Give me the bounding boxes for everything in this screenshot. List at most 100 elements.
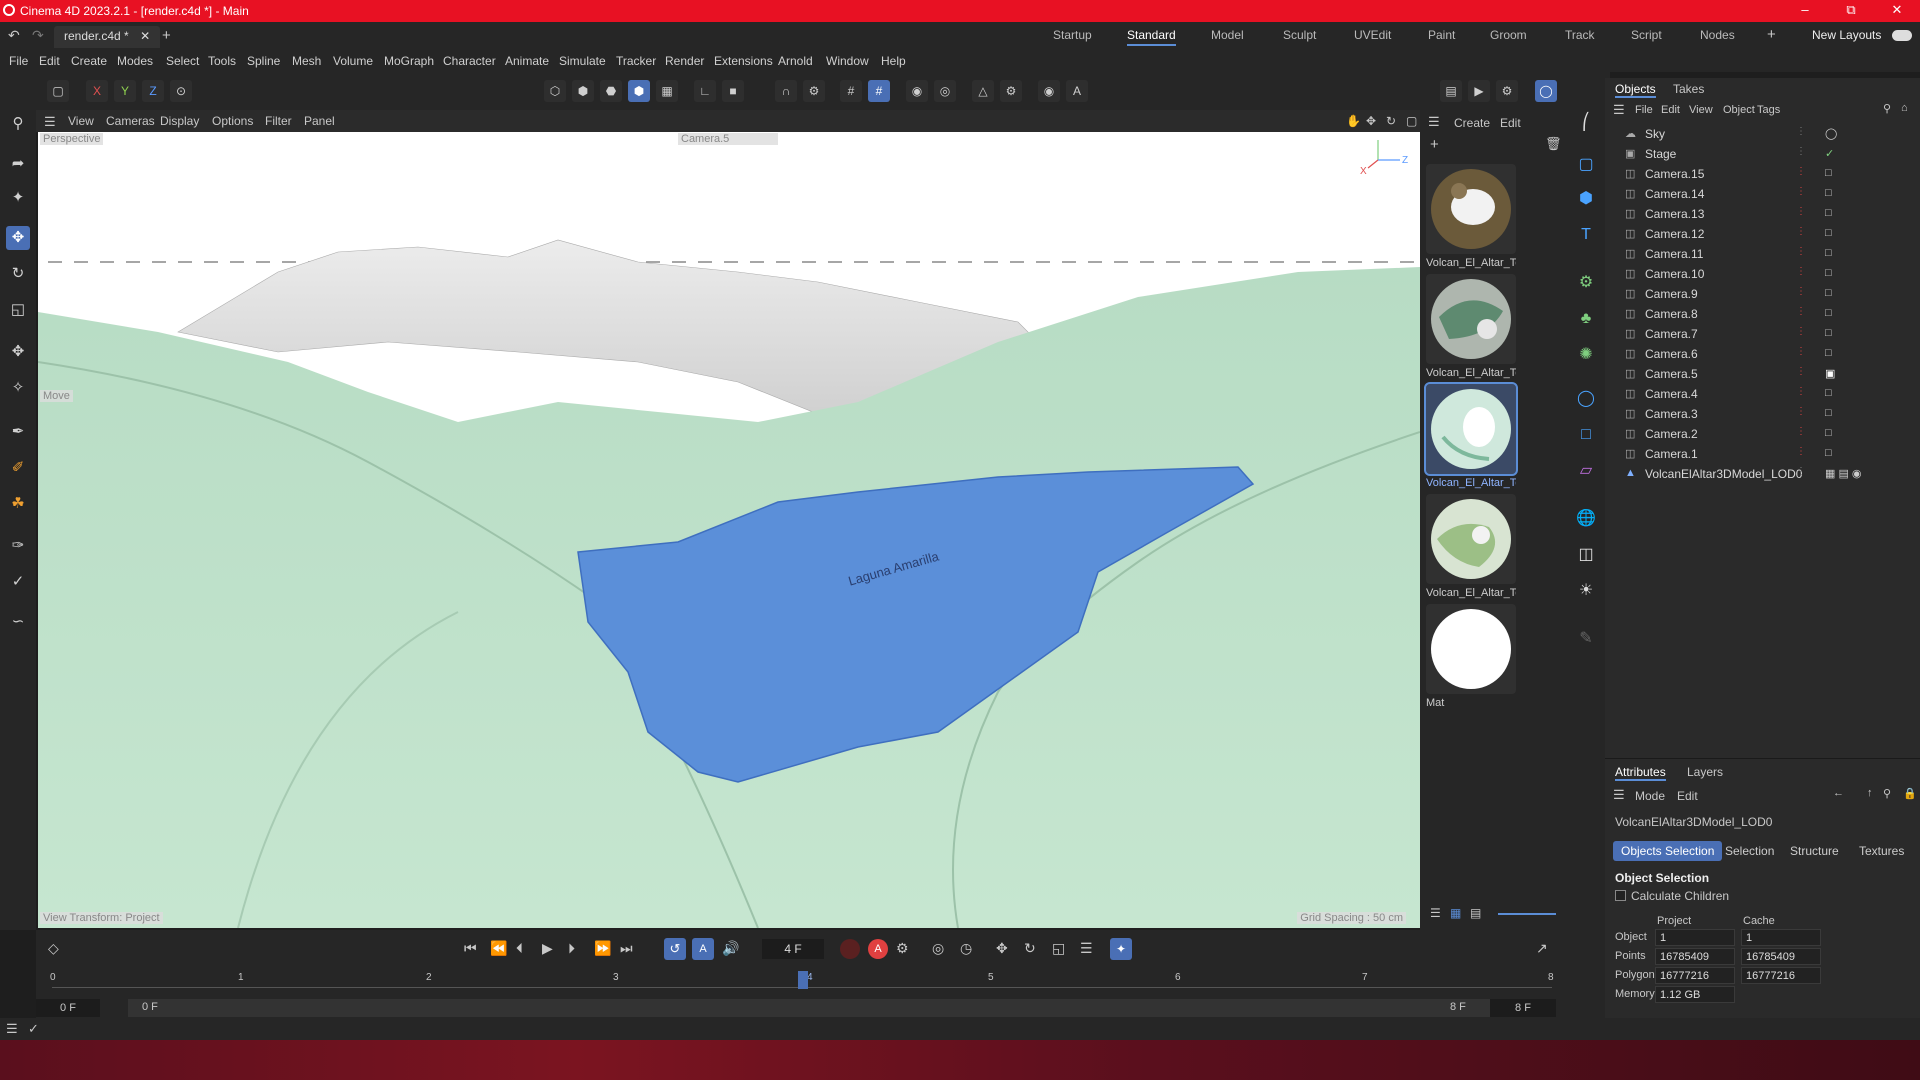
material-item[interactable]: Mat <box>1426 604 1516 709</box>
light-create-icon[interactable]: ☀ <box>1573 578 1599 604</box>
end-frame-field[interactable]: 8 F <box>1490 999 1556 1017</box>
menu-file[interactable]: File <box>9 54 28 68</box>
keyframe-icon[interactable]: ◇ <box>48 940 59 957</box>
document-tab[interactable]: render.c4d * ✕ <box>54 26 161 48</box>
sound-icon[interactable]: 🔊 <box>722 940 739 957</box>
camera-tag-icon[interactable]: □ <box>1825 327 1832 339</box>
viewport-menu-icon[interactable]: ☰ <box>44 114 56 130</box>
knife-tool-icon[interactable]: ✓ <box>6 570 30 594</box>
camera-tag-icon[interactable]: □ <box>1825 407 1832 419</box>
object-row-camera[interactable]: ◫ Camera.6 ⋮ □ <box>1613 344 1913 364</box>
brush-tool-icon[interactable]: ✑ <box>6 534 30 558</box>
camera-tag-icon[interactable]: □ <box>1825 227 1832 239</box>
camera-tag-icon[interactable]: □ <box>1825 287 1832 299</box>
key-position-icon[interactable]: ✥ <box>996 940 1008 957</box>
camera-active-tag-icon[interactable]: ▣ <box>1825 367 1835 380</box>
move-tool-icon[interactable]: ✥ <box>6 226 30 250</box>
lock-z-axis[interactable]: Z <box>142 80 164 102</box>
menu-modes[interactable]: Modes <box>117 54 153 68</box>
material-menu-create[interactable]: Create <box>1454 116 1490 130</box>
deformer-icon[interactable]: ◉ <box>906 80 928 102</box>
sculpt-tool-icon[interactable]: ☘ <box>6 492 30 516</box>
menu-tracker[interactable]: Tracker <box>616 54 656 68</box>
menu-simulate[interactable]: Simulate <box>559 54 606 68</box>
camera-tag-icon[interactable]: □ <box>1825 307 1832 319</box>
menu-extensions[interactable]: Extensions <box>714 54 773 68</box>
objects-menu-object[interactable]: Object <box>1723 104 1755 116</box>
close-icon[interactable]: ✕ <box>1874 0 1920 22</box>
new-layouts-label[interactable]: New Layouts <box>1812 28 1881 42</box>
minimize-icon[interactable]: – <box>1782 0 1828 22</box>
camera-tag-icon[interactable]: □ <box>1825 387 1832 399</box>
magnet-tool-icon[interactable]: ∽ <box>6 610 30 634</box>
object-row-camera[interactable]: ◫ Camera.1 ⋮ □ <box>1613 444 1913 464</box>
viewport-menu-cameras[interactable]: Cameras <box>106 114 155 128</box>
range-slider[interactable] <box>128 999 1530 1017</box>
object-row-stage[interactable]: ▣ Stage ⋮ ✓ <box>1613 144 1913 164</box>
render-view-icon[interactable]: ▤ <box>1440 80 1462 102</box>
viewport-camera-label[interactable]: Camera.5 <box>678 133 778 145</box>
environment-create-icon[interactable]: 🌐 <box>1573 506 1599 532</box>
material-item-selected[interactable]: Volcan_El_Altar_Te <box>1424 382 1518 489</box>
objects-menu-file[interactable]: File <box>1635 104 1653 116</box>
menu-select[interactable]: Select <box>166 54 199 68</box>
menu-create[interactable]: Create <box>71 54 107 68</box>
spline-pen-icon[interactable]: ✒ <box>6 420 30 444</box>
object-row-camera[interactable]: ◫ Camera.10 ⋮ □ <box>1613 264 1913 284</box>
rotate-view-icon[interactable]: ↻ <box>1386 114 1396 128</box>
3d-viewport[interactable]: Laguna Amarilla Z X Perspective Camera.5… <box>38 132 1420 928</box>
undo-icon[interactable]: ↶ <box>8 27 20 44</box>
deformer-create-icon[interactable]: □ <box>1573 422 1599 448</box>
menu-animate[interactable]: Animate <box>505 54 549 68</box>
menu-mograph[interactable]: MoGraph <box>384 54 434 68</box>
grid-snap-icon[interactable]: # <box>868 80 890 102</box>
material-item[interactable]: Volcan_El_Altar_Te <box>1426 274 1516 379</box>
layout-tab-groom[interactable]: Groom <box>1490 28 1527 42</box>
symmetry-settings-icon[interactable]: ⚙ <box>1000 80 1022 102</box>
object-row-sky[interactable]: ☁ Sky ⋮ ◯ <box>1613 124 1913 144</box>
tab-objects[interactable]: Objects <box>1615 82 1656 98</box>
current-frame-field[interactable]: 4 F <box>762 939 824 959</box>
timeline-graph-icon[interactable]: ↗ <box>1536 940 1548 957</box>
object-row-camera[interactable]: ◫ Camera.15 ⋮ □ <box>1613 164 1913 184</box>
new-layouts-toggle[interactable] <box>1892 30 1912 41</box>
up-arrow-icon[interactable]: ↑ <box>1867 787 1873 799</box>
soft-selection-icon[interactable]: ■ <box>722 80 744 102</box>
subtab-textures[interactable]: Textures <box>1851 841 1912 861</box>
menu-tools[interactable]: Tools <box>208 54 236 68</box>
next-key-icon[interactable]: ⏩ <box>594 940 611 957</box>
layout-tab-startup[interactable]: Startup <box>1053 28 1092 42</box>
calculate-children-checkbox[interactable] <box>1615 890 1626 901</box>
snap-settings-icon[interactable]: ⚙ <box>803 80 825 102</box>
object-row-camera[interactable]: ◫ Camera.11 ⋮ □ <box>1613 244 1913 264</box>
tab-layers[interactable]: Layers <box>1687 765 1723 779</box>
sky-tag-icon[interactable]: ◯ <box>1825 127 1837 140</box>
lock-icon[interactable]: 🔒 <box>1903 787 1917 800</box>
viewport-menu-view[interactable]: View <box>68 114 94 128</box>
tab-takes[interactable]: Takes <box>1673 82 1704 96</box>
render-settings-icon[interactable]: ⚙ <box>1496 80 1518 102</box>
time-scale-icon[interactable]: ◷ <box>960 940 972 957</box>
layout-tab-sculpt[interactable]: Sculpt <box>1283 28 1316 42</box>
objects-menu-edit[interactable]: Edit <box>1661 104 1680 116</box>
search-icon[interactable]: ⚲ <box>1883 102 1891 115</box>
camera-tag-icon[interactable]: □ <box>1825 267 1832 279</box>
subdivision-icon[interactable]: ◎ <box>934 80 956 102</box>
camera-object-icon[interactable]: ◫ <box>1573 542 1599 568</box>
objects-menu-icon[interactable]: ☰ <box>1613 102 1625 118</box>
mograph-create-icon[interactable]: ▱ <box>1573 458 1599 484</box>
key-scale-icon[interactable]: ◱ <box>1052 940 1065 957</box>
generator-create-icon[interactable]: ⚙ <box>1573 270 1599 296</box>
add-layout-icon[interactable]: + <box>1767 26 1776 43</box>
layout-tab-uvedit[interactable]: UVEdit <box>1354 28 1391 42</box>
loop-icon[interactable]: ↺ <box>664 938 686 960</box>
cube-create-icon[interactable]: ▢ <box>1573 152 1599 178</box>
points-mode-icon[interactable]: ⬡ <box>544 80 566 102</box>
previous-key-icon[interactable]: ⏪ <box>490 940 507 957</box>
delete-material-icon[interactable]: 🗑 <box>1545 136 1562 152</box>
object-row-camera[interactable]: ◫ Camera.5 ⋮ ▣ <box>1613 364 1913 384</box>
lock-y-axis[interactable]: Y <box>114 80 136 102</box>
object-row-camera[interactable]: ◫ Camera.3 ⋮ □ <box>1613 404 1913 424</box>
material-menu-edit[interactable]: Edit <box>1500 116 1521 130</box>
key-param-icon[interactable]: ☰ <box>1080 940 1093 957</box>
